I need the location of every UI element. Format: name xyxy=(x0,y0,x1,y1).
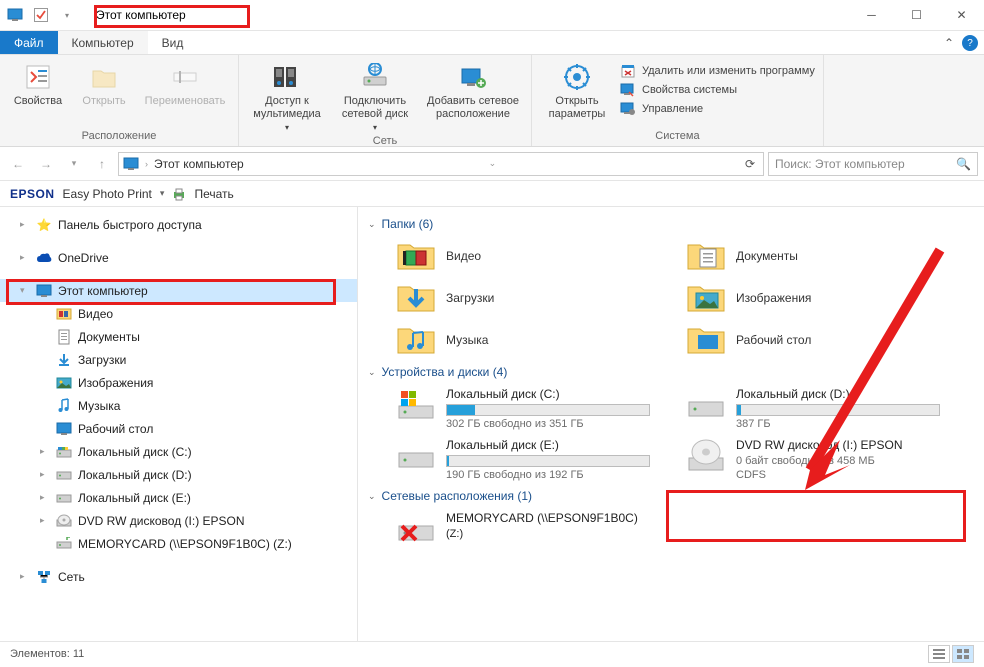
content-pane: ⌄Папки (6) Видео Документы Загрузки Изоб… xyxy=(358,207,984,641)
navigation-pane: ▸ ⭐ Панель быстрого доступа ▸ OneDrive ▾… xyxy=(0,207,358,641)
tree-downloads[interactable]: Загрузки xyxy=(0,348,357,371)
video-icon xyxy=(56,306,72,322)
tree-memorycard[interactable]: MEMORYCARD (\\EPSON9F1B0C) (Z:) xyxy=(0,532,357,555)
cloud-icon xyxy=(36,250,52,266)
system-properties-button[interactable]: Свойства системы xyxy=(620,82,815,98)
print-button[interactable]: Печать xyxy=(194,187,233,201)
map-drive-button[interactable]: Подключить сетевой диск ▾ xyxy=(333,59,417,133)
details-view-button[interactable] xyxy=(928,645,950,663)
tree-quick-access[interactable]: ▸ ⭐ Панель быстрого доступа xyxy=(0,213,357,236)
media-access-button[interactable]: Доступ к мультимедиа ▾ xyxy=(247,59,327,133)
network-locations-section-header[interactable]: ⌄Сетевые расположения (1) xyxy=(368,485,974,507)
status-bar: Элементов: 11 xyxy=(0,641,984,665)
folder-video[interactable]: Видео xyxy=(368,235,658,277)
open-settings-button[interactable]: Открыть параметры xyxy=(540,59,614,121)
ribbon-tabs: Файл Компьютер Вид ⌃ ? xyxy=(0,31,984,55)
tree-music[interactable]: Музыка xyxy=(0,394,357,417)
search-placeholder: Поиск: Этот компьютер xyxy=(775,157,905,171)
ribbon-group-location-label: Расположение xyxy=(8,128,230,144)
tree-video[interactable]: Видео xyxy=(0,302,357,325)
tree-network[interactable]: ▸Сеть xyxy=(0,565,357,588)
ribbon-collapse-icon[interactable]: ⌃ xyxy=(944,36,954,50)
item-count: Элементов: 11 xyxy=(10,648,84,660)
recent-locations-button[interactable]: ▾ xyxy=(62,152,86,176)
folder-downloads[interactable]: Загрузки xyxy=(368,277,658,319)
desktop-icon xyxy=(56,421,72,437)
epson-toolbar: EPSON Easy Photo Print ▾ Печать xyxy=(0,181,984,207)
qat-checkbox-icon[interactable] xyxy=(30,4,52,26)
rename-button: Переименовать xyxy=(140,59,230,108)
ribbon: Свойства Открыть Переименовать Расположе… xyxy=(0,55,984,147)
network-drive-icon xyxy=(56,536,72,552)
tree-this-pc[interactable]: ▾ Этот компьютер xyxy=(0,279,357,302)
epson-logo: EPSON xyxy=(10,187,55,201)
downloads-icon xyxy=(56,352,72,368)
drive-c[interactable]: Локальный диск (C:) 302 ГБ свободно из 3… xyxy=(368,383,658,434)
forward-button[interactable]: → xyxy=(34,152,58,176)
epson-app-name: Easy Photo Print xyxy=(63,187,152,201)
ribbon-group-network-label: Сеть xyxy=(247,133,523,149)
navigation-bar: ← → ▾ ↑ › Этот компьютер ⌄ ⟳ Поиск: Этот… xyxy=(0,147,984,181)
folders-section-header[interactable]: ⌄Папки (6) xyxy=(368,213,974,235)
back-button[interactable]: ← xyxy=(6,152,30,176)
folder-music[interactable]: Музыка xyxy=(368,319,658,361)
music-icon xyxy=(56,398,72,414)
tree-desktop[interactable]: Рабочий стол xyxy=(0,417,357,440)
uninstall-program-button[interactable]: Удалить или изменить программу xyxy=(620,63,815,79)
main-area: ▸ ⭐ Панель быстрого доступа ▸ OneDrive ▾… xyxy=(0,207,984,641)
help-icon[interactable]: ? xyxy=(962,35,978,51)
search-input[interactable]: Поиск: Этот компьютер 🔍 xyxy=(768,152,978,176)
pc-icon xyxy=(123,157,139,171)
folder-pictures[interactable]: Изображения xyxy=(658,277,948,319)
add-network-location-button[interactable]: Добавить сетевое расположение xyxy=(423,59,523,121)
ribbon-group-system-label: Система xyxy=(540,128,815,144)
print-icon xyxy=(172,187,186,201)
tree-dvd[interactable]: ▸DVD RW дисковод (I:) EPSON xyxy=(0,509,357,532)
drive-icon xyxy=(56,444,72,460)
maximize-button[interactable]: ☐ xyxy=(894,0,939,30)
drive-e[interactable]: Локальный диск (E:) 190 ГБ свободно из 1… xyxy=(368,434,658,485)
folder-desktop[interactable]: Рабочий стол xyxy=(658,319,948,361)
tab-computer[interactable]: Компьютер xyxy=(58,31,148,54)
refresh-button[interactable]: ⟳ xyxy=(741,157,759,171)
tree-documents[interactable]: Документы xyxy=(0,325,357,348)
drive-icon xyxy=(56,490,72,506)
tree-onedrive[interactable]: ▸ OneDrive xyxy=(0,246,357,269)
drive-dvd[interactable]: DVD RW дисковод (I:) EPSON 0 байт свобод… xyxy=(658,434,948,485)
search-icon: 🔍 xyxy=(956,157,971,171)
properties-button[interactable]: Свойства xyxy=(8,59,68,108)
network-icon xyxy=(36,569,52,585)
devices-section-header[interactable]: ⌄Устройства и диски (4) xyxy=(368,361,974,383)
tab-view[interactable]: Вид xyxy=(148,31,198,54)
network-location-memorycard[interactable]: MEMORYCARD (\\EPSON9F1B0C) (Z:) xyxy=(368,507,658,551)
dvd-icon xyxy=(56,513,72,529)
tree-disk-e[interactable]: ▸Локальный диск (E:) xyxy=(0,486,357,509)
tree-disk-c[interactable]: ▸Локальный диск (C:) xyxy=(0,440,357,463)
app-icon xyxy=(4,4,26,26)
tree-disk-d[interactable]: ▸Локальный диск (D:) xyxy=(0,463,357,486)
star-icon: ⭐ xyxy=(36,217,52,233)
drive-icon xyxy=(56,467,72,483)
pictures-icon xyxy=(56,375,72,391)
title-bar: ▾ Этот компьютер ─ ☐ ✕ xyxy=(0,0,984,31)
window-title: Этот компьютер xyxy=(96,8,186,22)
documents-icon xyxy=(56,329,72,345)
pc-icon xyxy=(36,283,52,299)
open-button: Открыть xyxy=(74,59,134,108)
address-location: Этот компьютер xyxy=(154,157,244,171)
qat-dropdown-icon[interactable]: ▾ xyxy=(56,4,78,26)
up-button[interactable]: ↑ xyxy=(90,152,114,176)
address-bar[interactable]: › Этот компьютер ⌄ ⟳ xyxy=(118,152,764,176)
tree-pictures[interactable]: Изображения xyxy=(0,371,357,394)
minimize-button[interactable]: ─ xyxy=(849,0,894,30)
manage-button[interactable]: Управление xyxy=(620,101,815,117)
large-icons-view-button[interactable] xyxy=(952,645,974,663)
folder-documents[interactable]: Документы xyxy=(658,235,948,277)
close-button[interactable]: ✕ xyxy=(939,0,984,30)
tab-file[interactable]: Файл xyxy=(0,31,58,54)
drive-d[interactable]: Локальный диск (D:) 387 ГБ xyxy=(658,383,948,434)
